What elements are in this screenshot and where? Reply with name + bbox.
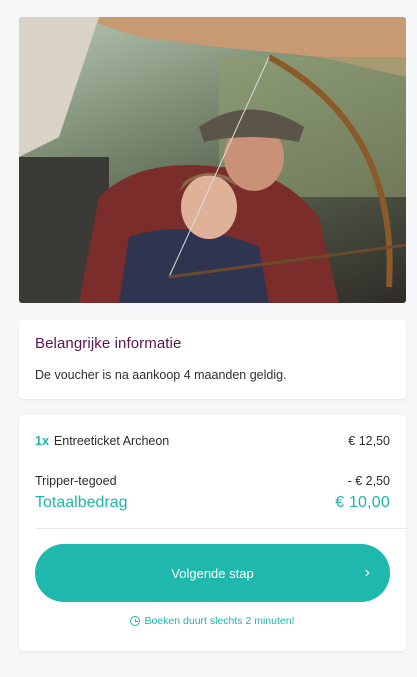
order-summary-card: 1x Entreeticket Archeon € 12,50 Tripper-t… [19,415,406,651]
next-step-label: Volgende stap [171,565,254,581]
important-info-title: Belangrijke informatie [35,335,182,352]
credit-value: - € 2,50 [347,474,390,488]
total-row: Totaalbedrag € 10,00 [35,494,390,512]
line-item-row: 1x Entreeticket Archeon € 12,50 [35,434,390,448]
total-value: € 10,00 [335,494,390,511]
important-info-card: Belangrijke informatie De voucher is na … [19,320,406,399]
line-item-name: Entreeticket Archeon [53,434,170,448]
archery-photo [19,17,406,303]
voucher-validity-text: De voucher is na aankoop 4 maanden geldi… [35,368,287,382]
chevron-right-icon: › [364,564,370,581]
hero-image [19,17,406,303]
line-item-quantity: 1x [35,434,49,448]
line-item-description: 1x Entreeticket Archeon [35,434,169,448]
total-label: Totaalbedrag [35,494,128,511]
divider [35,528,406,529]
credit-row: Tripper-tegoed - € 2,50 [35,474,390,488]
credit-label: Tripper-tegoed [35,474,117,488]
booking-time-hint-text: Boeken duurt slechts 2 minuten! [144,615,295,627]
booking-time-hint: Boeken duurt slechts 2 minuten! [35,615,390,627]
clock-icon [130,616,141,626]
line-item-price: € 12,50 [348,434,390,448]
next-step-button[interactable]: Volgende stap › [35,544,390,602]
